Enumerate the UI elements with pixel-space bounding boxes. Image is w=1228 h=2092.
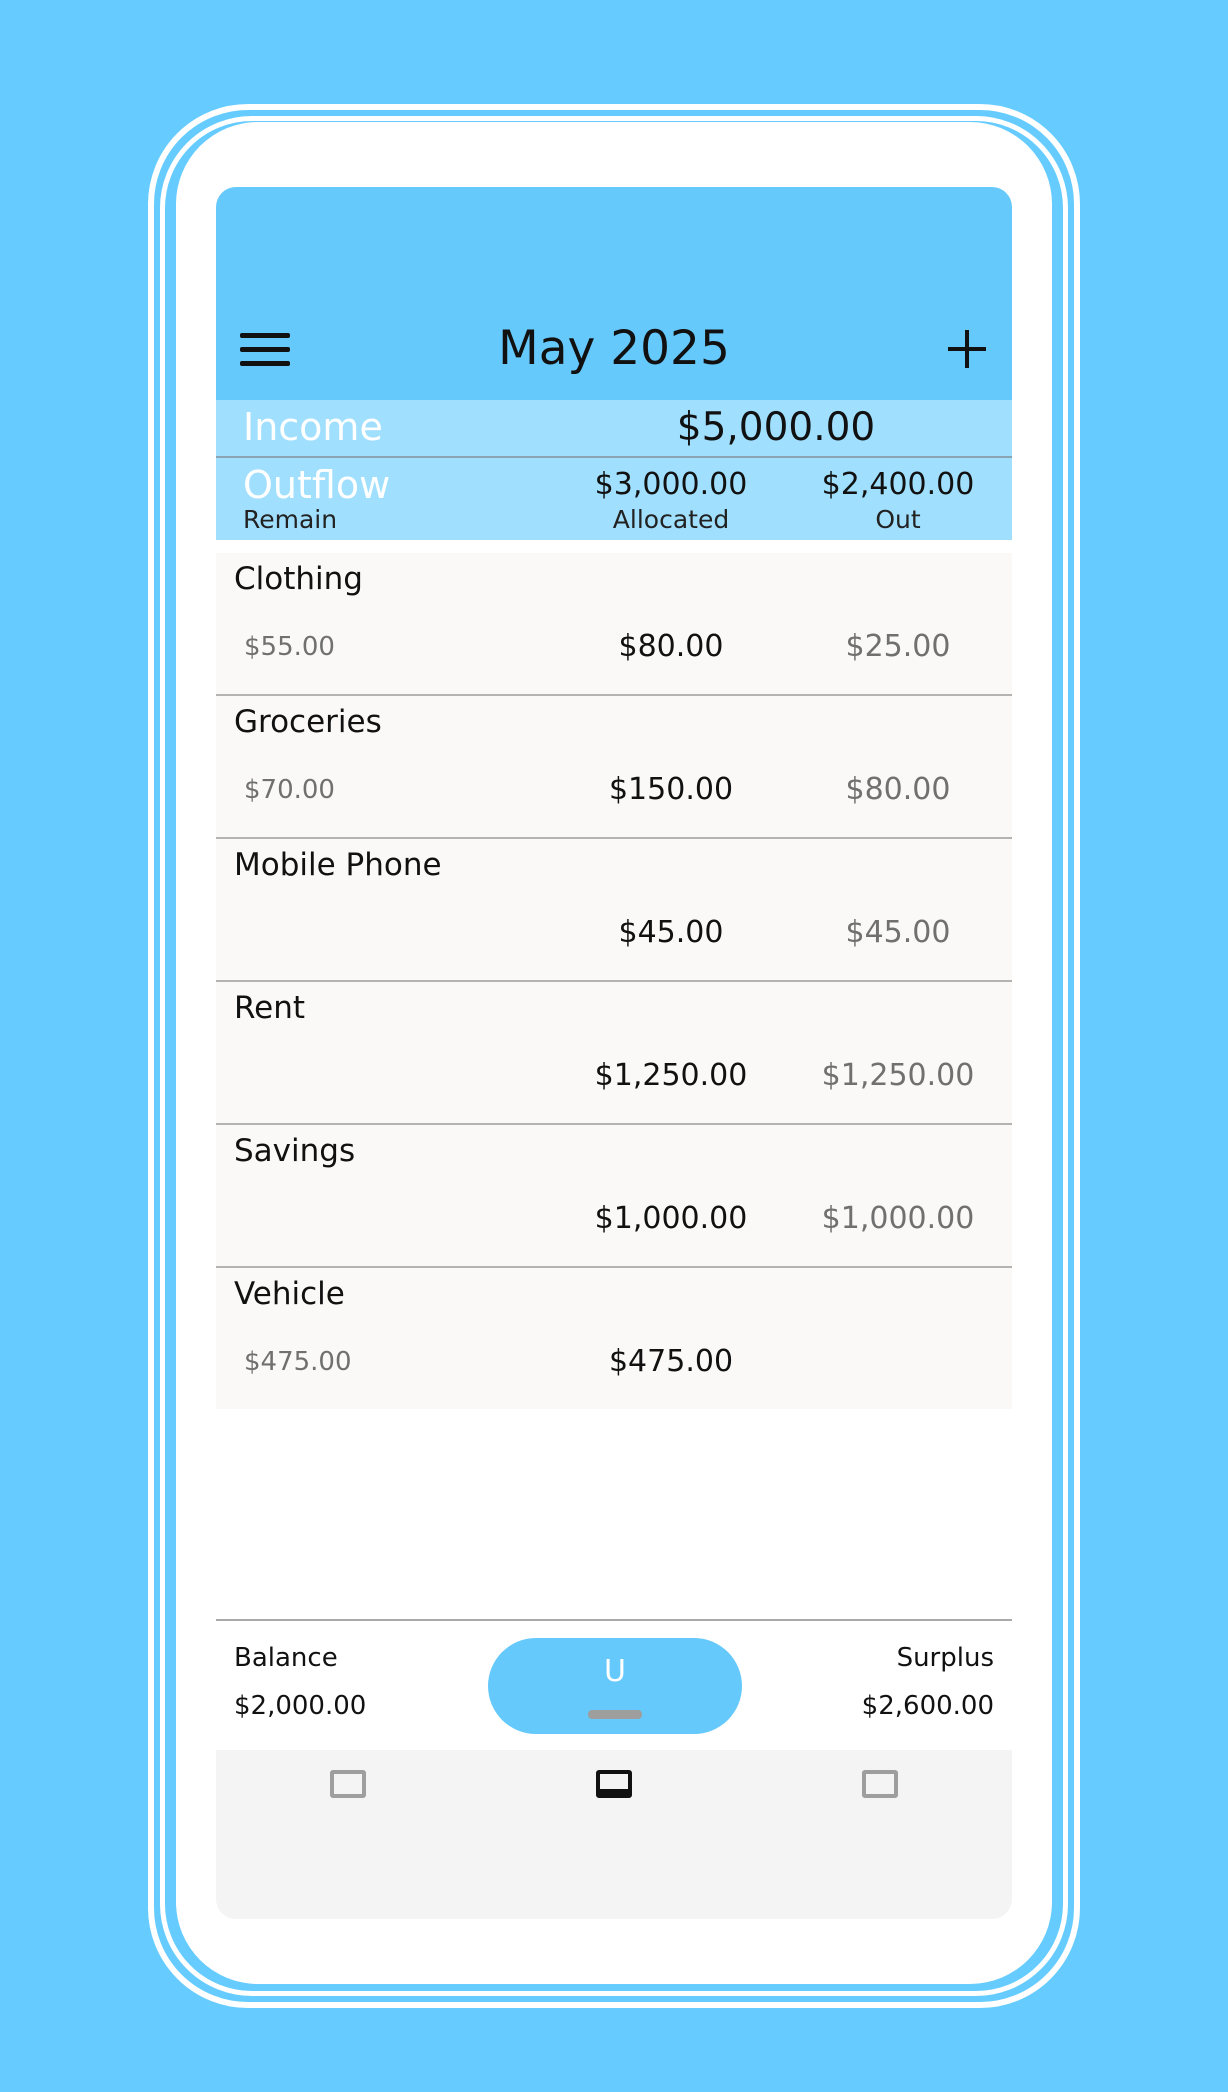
page-title: May 2025 bbox=[498, 321, 730, 376]
tab-icon bbox=[330, 1770, 366, 1798]
nav-tab-center[interactable] bbox=[574, 1760, 654, 1810]
category-allocated[interactable]: $1,250.00 bbox=[571, 1058, 771, 1094]
drag-handle-icon bbox=[588, 1710, 642, 1719]
category-row-savings[interactable]: Savings $1,000.00 $1,000.00 bbox=[216, 1125, 1012, 1268]
category-row-mobile-phone[interactable]: Mobile Phone $45.00 $45.00 bbox=[216, 839, 1012, 982]
balance-value: $2,000.00 bbox=[234, 1691, 367, 1721]
category-allocated[interactable]: $1,000.00 bbox=[571, 1201, 771, 1237]
category-row-vehicle[interactable]: Vehicle $475.00 $475.00 bbox=[216, 1268, 1012, 1409]
category-name: Groceries bbox=[234, 704, 382, 740]
category-allocated[interactable]: $45.00 bbox=[571, 915, 771, 951]
summary-divider bbox=[216, 456, 1012, 458]
category-remain: $475.00 bbox=[244, 1347, 352, 1377]
category-name: Vehicle bbox=[234, 1276, 345, 1312]
budget-summary: Income $5,000.00 Outflow $3,000.00 $2,40… bbox=[216, 400, 1012, 540]
category-name: Savings bbox=[234, 1133, 356, 1169]
category-remain: $70.00 bbox=[244, 775, 335, 805]
category-out: $25.00 bbox=[845, 629, 951, 664]
bottom-navigation bbox=[216, 1750, 1012, 1919]
outflow-allocated-value: $3,000.00 bbox=[594, 467, 748, 502]
footer-divider bbox=[216, 1619, 1012, 1621]
balance-label: Balance bbox=[234, 1643, 338, 1673]
tab-icon bbox=[596, 1770, 632, 1798]
category-out: $80.00 bbox=[845, 772, 951, 807]
category-name: Rent bbox=[234, 990, 306, 1026]
category-list: Clothing $55.00 $80.00 $25.00 Groceries … bbox=[216, 553, 1012, 1409]
outflow-out-value: $2,400.00 bbox=[821, 467, 975, 502]
category-row-rent[interactable]: Rent $1,250.00 $1,250.00 bbox=[216, 982, 1012, 1125]
category-row-clothing[interactable]: Clothing $55.00 $80.00 $25.00 bbox=[216, 553, 1012, 696]
income-value: $5,000.00 bbox=[676, 405, 876, 450]
center-action-button[interactable]: U bbox=[488, 1638, 742, 1734]
outflow-label: Outflow bbox=[243, 463, 391, 507]
category-out: $45.00 bbox=[845, 915, 951, 950]
tab-icon bbox=[862, 1770, 898, 1798]
category-out: $1,250.00 bbox=[821, 1058, 975, 1093]
category-allocated[interactable]: $80.00 bbox=[571, 629, 771, 665]
category-name: Mobile Phone bbox=[234, 847, 442, 883]
app-screen: May 2025 Income $5,000.00 Outflow $3,000… bbox=[216, 187, 1012, 1919]
surplus-label: Surplus bbox=[896, 1643, 994, 1673]
category-allocated[interactable]: $475.00 bbox=[571, 1344, 771, 1380]
category-name: Clothing bbox=[234, 561, 363, 597]
app-bar: May 2025 bbox=[216, 187, 1012, 400]
center-button-label: U bbox=[604, 1654, 626, 1689]
remain-column-header: Remain bbox=[243, 505, 338, 534]
nav-tab-left[interactable] bbox=[308, 1760, 388, 1810]
category-out: $1,000.00 bbox=[821, 1201, 975, 1236]
nav-tab-right[interactable] bbox=[840, 1760, 920, 1810]
allocated-column-header: Allocated bbox=[612, 505, 730, 534]
category-remain: $55.00 bbox=[244, 632, 335, 662]
category-allocated[interactable]: $150.00 bbox=[571, 772, 771, 808]
category-row-groceries[interactable]: Groceries $70.00 $150.00 $80.00 bbox=[216, 696, 1012, 839]
plus-icon[interactable] bbox=[948, 330, 986, 368]
income-label: Income bbox=[243, 405, 383, 449]
surplus-value: $2,600.00 bbox=[861, 1691, 994, 1721]
out-column-header: Out bbox=[875, 505, 921, 534]
